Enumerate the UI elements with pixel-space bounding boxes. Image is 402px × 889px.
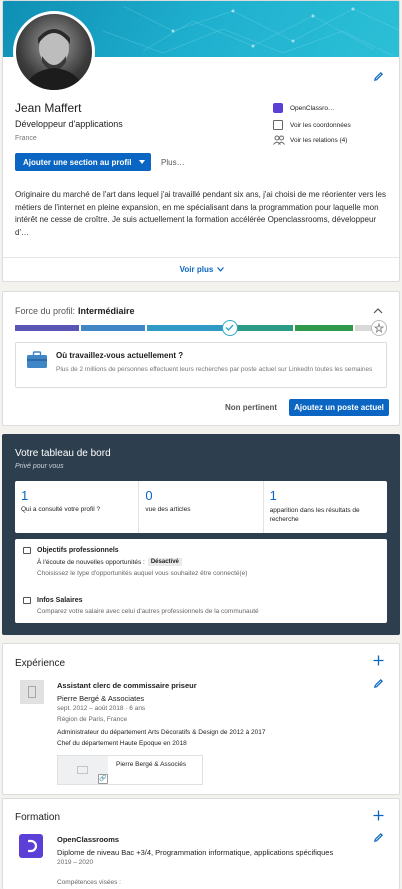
star-goal-icon	[371, 320, 387, 336]
stat-label: vue des articles	[145, 506, 191, 513]
stat-value: 0	[145, 488, 153, 503]
experience-desc-1: Administrateur du département Arts Décor…	[57, 729, 266, 736]
experience-desc-2: Chef du département Haute Epoque en 2018	[57, 740, 187, 747]
more-button[interactable]: Plus…	[161, 158, 185, 167]
profile-card: Jean Maffert Développeur d'applications …	[2, 0, 400, 282]
chevron-down-icon	[217, 267, 225, 272]
experience-card: Expérience Assistant clerc de commissair…	[2, 643, 400, 795]
salary-desc: Comparez votre salaire avec celui d'autr…	[37, 608, 259, 615]
strength-label: Force du profil:	[15, 306, 76, 316]
experience-company: Pierre Bergé & Associates	[57, 694, 145, 703]
add-experience-icon[interactable]	[373, 655, 384, 666]
education-skills-label: Compétences visées :	[57, 879, 121, 886]
side-links: OpenClassro… Voir les coordonnées Voir l…	[273, 101, 351, 147]
salary-icon	[23, 597, 31, 604]
stat-value: 1	[269, 488, 277, 503]
side-link-openclassrooms[interactable]: OpenClassro…	[273, 101, 351, 115]
openclassrooms-logo-icon	[19, 834, 43, 858]
edit-profile-icon[interactable]	[373, 71, 384, 82]
prompt-body: Plus de 2 millions de personnes effectue…	[56, 366, 373, 373]
career-goals-row[interactable]: Objectifs professionnels À l'écoute de n…	[23, 547, 379, 577]
career-goals-desc: Choisissez le type d'opportunités auquel…	[37, 570, 248, 577]
dashboard-title: Votre tableau de bord	[15, 448, 111, 459]
stat-profile-views[interactable]: 1 Qui a consulté votre profil ?	[15, 481, 140, 533]
salary-row[interactable]: Infos Salaires Comparez votre salaire av…	[23, 597, 379, 615]
salary-title: Infos Salaires	[37, 597, 83, 604]
media-label: Pierre Bergé & Associés	[116, 761, 187, 768]
career-goals-title: Objectifs professionnels	[37, 547, 119, 554]
people-icon	[273, 135, 285, 145]
add-education-icon[interactable]	[373, 810, 384, 821]
stat-label: apparition dans les résultats de recherc…	[269, 507, 360, 523]
dashboard-details: Objectifs professionnels À l'écoute de n…	[15, 539, 387, 623]
experience-media[interactable]: 🔗 Pierre Bergé & Associés	[57, 755, 203, 785]
company-logo-placeholder	[20, 680, 44, 704]
meter-seg-5	[295, 325, 353, 331]
profile-location: France	[15, 135, 37, 142]
dashboard-stats: 1 Qui a consulté votre profil ? 0 vue de…	[15, 481, 387, 533]
dismiss-button[interactable]: Non pertinent	[225, 403, 277, 412]
add-section-label: Ajouter une section au profil	[23, 157, 132, 167]
meter-seg-3	[147, 325, 227, 331]
stat-value: 1	[21, 488, 29, 503]
see-more-label: Voir plus	[179, 265, 214, 274]
experience-location: Région de Paris, France	[57, 716, 128, 723]
see-more-link[interactable]: Voir plus	[3, 265, 399, 274]
progress-check-icon	[222, 320, 238, 336]
image-icon	[77, 766, 88, 774]
briefcase-small-icon	[23, 547, 31, 554]
meter-seg-4	[229, 325, 293, 331]
stat-search-appearances[interactable]: 1 apparition dans les résultats de reche…	[264, 481, 387, 533]
side-link-label: OpenClassro…	[290, 104, 335, 112]
about-text: Originaire du marché de l'art dans leque…	[15, 190, 386, 237]
school-name: OpenClassrooms	[57, 835, 120, 844]
briefcase-icon	[26, 351, 48, 369]
strength-meter	[15, 320, 387, 336]
profile-name: Jean Maffert	[15, 101, 82, 115]
add-section-button[interactable]: Ajouter une section au profil	[15, 153, 151, 171]
side-link-connections[interactable]: Voir les relations (4)	[273, 133, 351, 147]
profile-headline: Développeur d'applications	[15, 119, 123, 129]
edit-education-icon[interactable]	[373, 832, 384, 843]
collapse-chevron-icon[interactable]	[373, 308, 383, 314]
meter-seg-1	[15, 325, 79, 331]
experience-dates: sept. 2012 – août 2018 · 6 ans	[57, 705, 146, 712]
experience-title: Expérience	[15, 658, 66, 669]
career-goals-status: À l'écoute de nouvelles opportunités :	[37, 558, 145, 566]
education-degree: Diplome de niveau Bac +3/4, Programmatio…	[57, 848, 334, 857]
chevron-down-icon	[139, 160, 145, 164]
dashboard-card: Votre tableau de bord Privé pour vous 1 …	[2, 434, 400, 635]
strength-level: Intermédiaire	[78, 306, 135, 316]
link-badge-icon: 🔗	[98, 774, 108, 784]
prompt-title: Où travaillez-vous actuellement ?	[56, 351, 184, 360]
add-position-button[interactable]: Ajoutez un poste actuel	[289, 399, 389, 416]
side-link-label: Voir les coordonnées	[290, 121, 351, 129]
edit-experience-icon[interactable]	[373, 678, 384, 689]
experience-role: Assistant clerc de commissaire priseur	[57, 681, 197, 690]
openclassrooms-logo-icon	[273, 103, 283, 113]
status-badge: Désactivé	[147, 558, 182, 566]
current-position-prompt: Où travaillez-vous actuellement ? Plus d…	[15, 342, 387, 388]
education-title: Formation	[15, 812, 61, 823]
profile-strength-card: Force du profil: Intermédiaire Où travai…	[2, 291, 400, 426]
meter-seg-2	[81, 325, 145, 331]
contact-card-icon	[273, 120, 283, 130]
stat-article-views[interactable]: 0 vue des articles	[139, 481, 264, 533]
avatar-portrait	[24, 29, 84, 90]
avatar[interactable]	[13, 11, 95, 93]
dashboard-subtitle: Privé pour vous	[15, 463, 64, 470]
side-link-label: Voir les relations (4)	[290, 136, 348, 144]
side-link-contact[interactable]: Voir les coordonnées	[273, 118, 351, 132]
stat-label: Qui a consulté votre profil ?	[21, 506, 101, 513]
education-years: 2019 – 2020	[57, 859, 94, 866]
education-card: Formation OpenClassrooms Diplome de nive…	[2, 798, 400, 889]
